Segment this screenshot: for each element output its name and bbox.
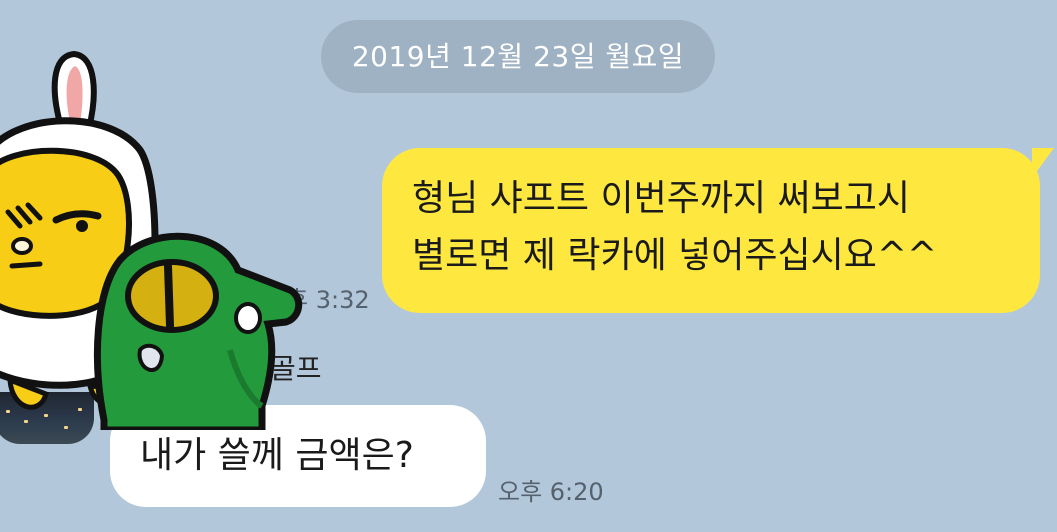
crocodile-character-icon (93, 232, 303, 430)
sent-message-bubble[interactable]: 형님 샤프트 이번주까지 써보고시 별로면 제 락카에 넣어주십시요^^ (382, 148, 1054, 313)
sent-message-line-1: 형님 샤프트 이번주까지 써보고시 (412, 178, 911, 219)
emoticon-sticker-icon[interactable] (0, 50, 310, 430)
bubble-tail (1032, 148, 1054, 178)
date-divider: 2019년 12월 23일 월요일 (321, 20, 715, 93)
received-message-time: 오후 6:20 (498, 478, 604, 506)
sent-message-line-2: 별로면 제 락카에 넣어주십시요^^ (412, 235, 938, 276)
